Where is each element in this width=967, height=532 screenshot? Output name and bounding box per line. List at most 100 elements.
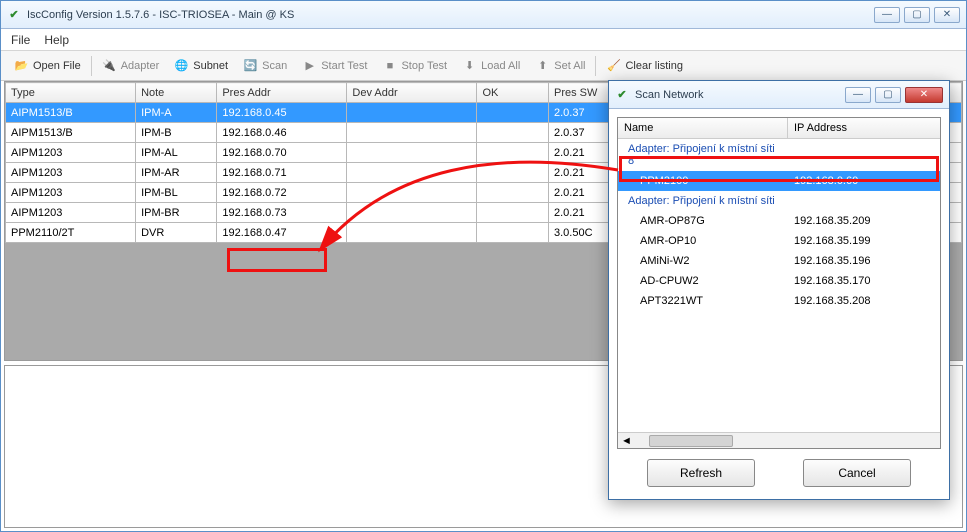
stop-test-label: Stop Test [401, 60, 447, 72]
cell-ok1[interactable] [477, 103, 549, 123]
dialog-close-button[interactable]: ✕ [905, 87, 943, 103]
dialog-maximize-button[interactable]: ▢ [875, 87, 901, 103]
cell-pres_addr[interactable]: 192.168.0.47 [217, 223, 347, 243]
load-all-button[interactable]: ⬇ Load All [455, 54, 527, 78]
subnet-button[interactable]: 🌐 Subnet [167, 54, 235, 78]
dialog-body: Name IP Address Adapter: Připojení k mís… [609, 109, 949, 499]
stop-test-button[interactable]: ■ Stop Test [375, 54, 454, 78]
col-pres_addr[interactable]: Pres Addr [217, 83, 347, 103]
cell-note[interactable]: IPM-BL [136, 183, 217, 203]
scrollbar-thumb[interactable] [649, 435, 733, 447]
scroll-left-icon[interactable]: ◄ [618, 435, 635, 447]
cell-dev_addr[interactable] [347, 123, 477, 143]
adapter-group[interactable]: Adapter: Připojení k místní síti 8 [618, 139, 940, 171]
device-name: AMR-OP10 [618, 233, 788, 249]
download-icon: ⬇ [462, 58, 477, 73]
main-titlebar[interactable]: ✔ IscConfig Version 1.5.7.6 - ISC-TRIOSE… [1, 1, 966, 29]
list-item[interactable]: AMR-OP10192.168.35.199 [618, 231, 940, 251]
device-ip: 192.168.35.208 [788, 293, 940, 309]
cell-note[interactable]: IPM-AR [136, 163, 217, 183]
dialog-minimize-button[interactable]: — [845, 87, 871, 103]
horizontal-scrollbar[interactable]: ◄ [618, 432, 940, 448]
cell-pres_addr[interactable]: 192.168.0.46 [217, 123, 347, 143]
cell-type[interactable]: AIPM1203 [6, 143, 136, 163]
device-ip: 192.168.35.209 [788, 213, 940, 229]
cell-type[interactable]: AIPM1203 [6, 163, 136, 183]
scan-result-list[interactable]: Name IP Address Adapter: Připojení k mís… [617, 117, 941, 449]
col-note[interactable]: Note [136, 83, 217, 103]
cell-note[interactable]: IPM-B [136, 123, 217, 143]
window-controls: — ▢ ✕ [874, 7, 960, 23]
cell-ok1[interactable] [477, 143, 549, 163]
cell-note[interactable]: IPM-AL [136, 143, 217, 163]
subnet-icon: 🌐 [174, 58, 189, 73]
open-file-label: Open File [33, 60, 81, 72]
col-type[interactable]: Type [6, 83, 136, 103]
device-name: AD-CPUW2 [618, 273, 788, 289]
adapter-button[interactable]: 🔌 Adapter [95, 54, 167, 78]
cell-pres_addr[interactable]: 192.168.0.70 [217, 143, 347, 163]
cell-dev_addr[interactable] [347, 163, 477, 183]
device-name: APT3221WT [618, 293, 788, 309]
cell-ok1[interactable] [477, 223, 549, 243]
list-item[interactable]: PPM2100192.168.0.60 [618, 171, 940, 191]
cell-ok1[interactable] [477, 163, 549, 183]
scan-button[interactable]: 🔄 Scan [236, 54, 294, 78]
cell-type[interactable]: PPM2110/2T [6, 223, 136, 243]
start-test-button[interactable]: ▶ Start Test [295, 54, 374, 78]
device-name: Adapter: Připojení k místní síti 8 [618, 141, 788, 169]
cell-dev_addr[interactable] [347, 103, 477, 123]
set-all-label: Set All [554, 60, 585, 72]
refresh-button[interactable]: Refresh [647, 459, 755, 487]
start-test-label: Start Test [321, 60, 367, 72]
cell-ok1[interactable] [477, 183, 549, 203]
cell-dev_addr[interactable] [347, 143, 477, 163]
device-ip: 192.168.35.170 [788, 273, 940, 289]
device-ip [788, 193, 940, 209]
cell-type[interactable]: AIPM1513/B [6, 123, 136, 143]
cell-type[interactable]: AIPM1203 [6, 183, 136, 203]
col-ok1[interactable]: OK [477, 83, 549, 103]
set-all-button[interactable]: ⬆ Set All [528, 54, 592, 78]
cell-ok1[interactable] [477, 123, 549, 143]
stop-icon: ■ [382, 58, 397, 73]
device-name: PPM2100 [618, 173, 788, 189]
cell-pres_addr[interactable]: 192.168.0.45 [217, 103, 347, 123]
cell-pres_addr[interactable]: 192.168.0.72 [217, 183, 347, 203]
cancel-button[interactable]: Cancel [803, 459, 911, 487]
clear-listing-button[interactable]: 🧹 Clear listing [599, 54, 689, 78]
cell-dev_addr[interactable] [347, 203, 477, 223]
window-title: IscConfig Version 1.5.7.6 - ISC-TRIOSEA … [27, 9, 868, 21]
close-button[interactable]: ✕ [934, 7, 960, 23]
open-file-button[interactable]: 📂 Open File [7, 54, 88, 78]
cell-note[interactable]: IPM-A [136, 103, 217, 123]
cell-ok1[interactable] [477, 203, 549, 223]
col-dev_addr[interactable]: Dev Addr [347, 83, 477, 103]
toolbar-separator [595, 56, 596, 76]
list-item[interactable]: AMiNi-W2192.168.35.196 [618, 251, 940, 271]
folder-open-icon: 📂 [14, 58, 29, 73]
cell-type[interactable]: AIPM1203 [6, 203, 136, 223]
cell-dev_addr[interactable] [347, 183, 477, 203]
scan-network-dialog: ✔ Scan Network — ▢ ✕ Name IP Address Ada… [608, 80, 950, 500]
cell-pres_addr[interactable]: 192.168.0.71 [217, 163, 347, 183]
list-item[interactable]: AMR-OP87G192.168.35.209 [618, 211, 940, 231]
menu-help[interactable]: Help [44, 33, 69, 47]
col-name[interactable]: Name [618, 118, 788, 138]
adapter-group[interactable]: Adapter: Připojení k místní síti [618, 191, 940, 211]
device-ip [788, 141, 940, 169]
list-item[interactable]: AD-CPUW2192.168.35.170 [618, 271, 940, 291]
menu-file[interactable]: File [11, 33, 30, 47]
col-ip[interactable]: IP Address [788, 118, 940, 138]
maximize-button[interactable]: ▢ [904, 7, 930, 23]
list-item[interactable]: APT3221WT192.168.35.208 [618, 291, 940, 311]
cell-dev_addr[interactable] [347, 223, 477, 243]
dialog-titlebar[interactable]: ✔ Scan Network — ▢ ✕ [609, 81, 949, 109]
minimize-button[interactable]: — [874, 7, 900, 23]
cell-note[interactable]: IPM-BR [136, 203, 217, 223]
cell-pres_addr[interactable]: 192.168.0.73 [217, 203, 347, 223]
clear-listing-label: Clear listing [625, 60, 682, 72]
menubar: File Help [1, 29, 966, 51]
cell-type[interactable]: AIPM1513/B [6, 103, 136, 123]
cell-note[interactable]: DVR [136, 223, 217, 243]
